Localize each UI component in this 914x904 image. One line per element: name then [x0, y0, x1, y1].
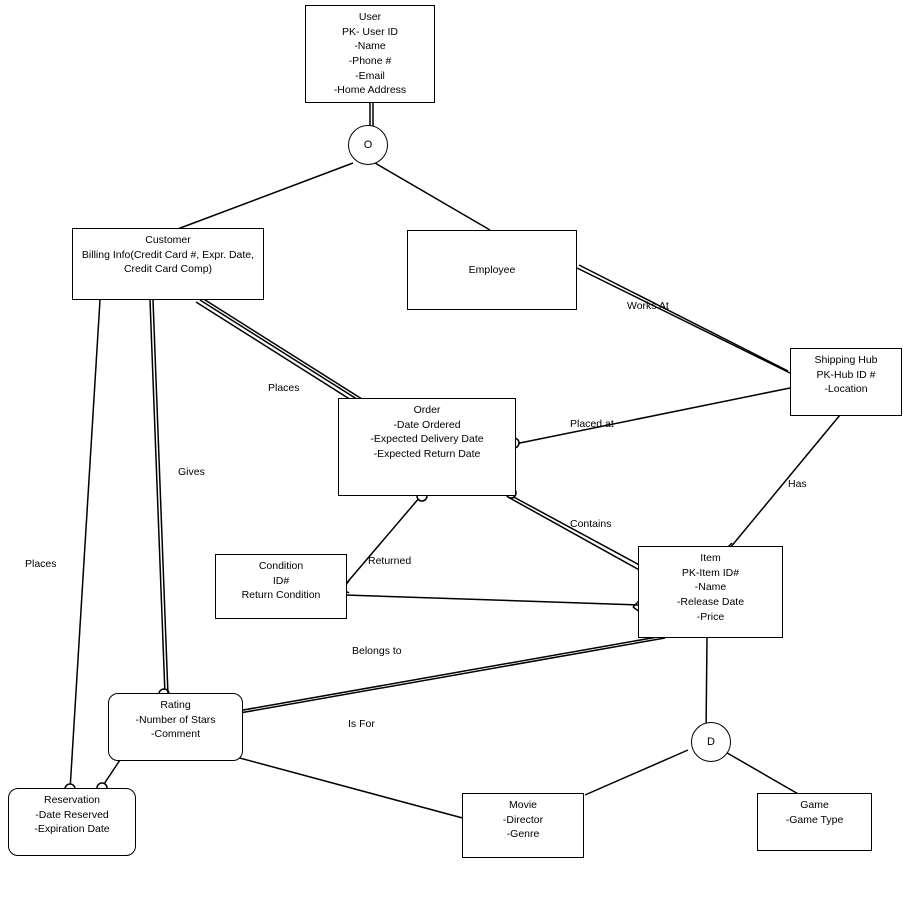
- shipping-hub-label: Shipping HubPK-Hub ID #-Location: [814, 354, 877, 395]
- erd-diagram: UserPK- User ID-Name-Phone #-Email-Home …: [0, 0, 914, 904]
- game-label: Game-Game Type: [786, 799, 844, 826]
- game-entity: Game-Game Type: [757, 793, 872, 851]
- o-label: O: [364, 139, 373, 151]
- placed-at-label: Placed at: [570, 418, 614, 430]
- shipping-hub-entity: Shipping HubPK-Hub ID #-Location: [790, 348, 902, 416]
- d-label: D: [707, 736, 715, 748]
- returned-label: Returned: [368, 555, 411, 567]
- customer-entity: CustomerBilling Info(Credit Card #, Expr…: [72, 228, 264, 300]
- places1-label: Places: [268, 382, 300, 394]
- contains-label: Contains: [570, 518, 611, 530]
- order-entity: Order-Date Ordered-Expected Delivery Dat…: [338, 398, 516, 496]
- o-circle: O: [348, 125, 388, 165]
- condition-label: ConditionID#Return Condition: [242, 560, 321, 601]
- works-at-label: Works At: [627, 300, 669, 312]
- condition-entity: ConditionID#Return Condition: [215, 554, 347, 619]
- rating-entity: Rating-Number of Stars-Comment: [108, 693, 243, 761]
- rating-label: Rating-Number of Stars-Comment: [136, 699, 216, 740]
- reservation-entity: Reservation-Date Reserved-Expiration Dat…: [8, 788, 136, 856]
- user-entity: UserPK- User ID-Name-Phone #-Email-Home …: [305, 5, 435, 103]
- item-label: ItemPK-Item ID#-Name-Release Date-Price: [677, 552, 744, 623]
- movie-label: Movie-Director-Genre: [503, 799, 543, 840]
- is-for-label: Is For: [348, 718, 375, 730]
- d-circle: D: [691, 722, 731, 762]
- gives-label: Gives: [178, 466, 205, 478]
- movie-entity: Movie-Director-Genre: [462, 793, 584, 858]
- employee-entity: Employee: [407, 230, 577, 310]
- order-label: Order-Date Ordered-Expected Delivery Dat…: [370, 404, 483, 460]
- has-label: Has: [788, 478, 807, 490]
- reservation-label: Reservation-Date Reserved-Expiration Dat…: [34, 794, 109, 835]
- belongs-to-label: Belongs to: [352, 645, 402, 657]
- item-entity: ItemPK-Item ID#-Name-Release Date-Price: [638, 546, 783, 638]
- employee-label: Employee: [469, 263, 516, 278]
- customer-label: CustomerBilling Info(Credit Card #, Expr…: [82, 234, 254, 275]
- places2-label: Places: [25, 558, 57, 570]
- user-label: UserPK- User ID-Name-Phone #-Email-Home …: [334, 11, 406, 96]
